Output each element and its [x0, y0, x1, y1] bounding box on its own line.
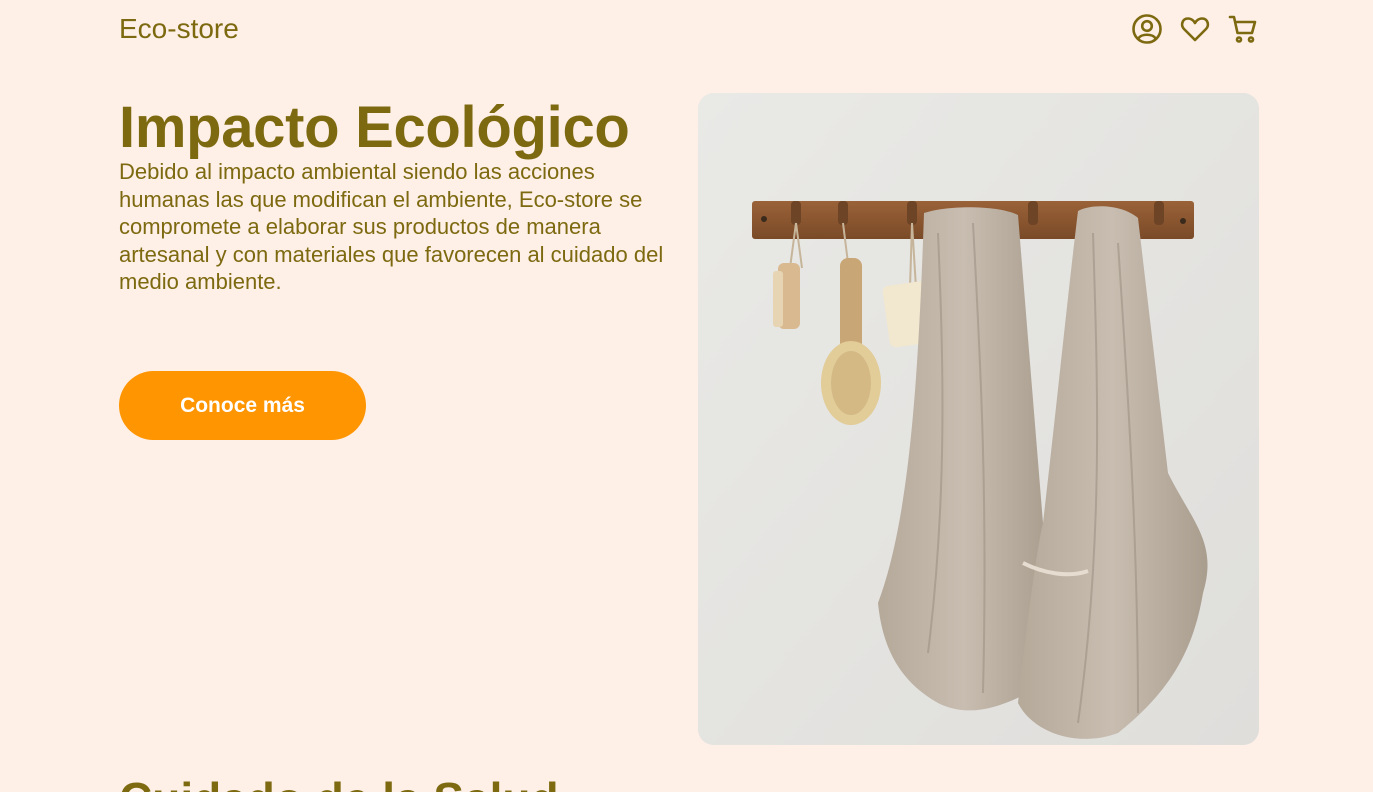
user-icon[interactable]	[1131, 12, 1163, 46]
heart-icon[interactable]	[1179, 12, 1211, 46]
site-header: Eco-store	[119, 0, 1259, 60]
brand-logo[interactable]: Eco-store	[119, 13, 239, 45]
cart-icon[interactable]	[1227, 12, 1259, 46]
header-icons	[1131, 12, 1259, 46]
section-title-health: Cuidado de la Salud	[119, 772, 559, 792]
hero-title: Impacto Ecológico	[119, 95, 630, 160]
hero-image	[698, 93, 1259, 745]
hero-description: Debido al impacto ambiental siendo las a…	[119, 159, 664, 294]
learn-more-button[interactable]: Conoce más	[119, 371, 366, 440]
